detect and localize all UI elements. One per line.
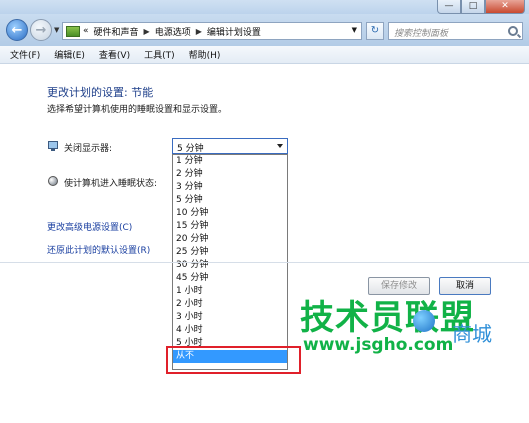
monitor-icon [48, 141, 58, 151]
sleep-moon-icon [48, 176, 58, 186]
forward-button[interactable]: → [30, 19, 52, 41]
option-10-min[interactable]: 10 分钟 [173, 207, 287, 220]
option-4-hours[interactable]: 4 小时 [173, 324, 287, 337]
option-2-hours[interactable]: 2 小时 [173, 298, 287, 311]
refresh-button[interactable]: ↻ [366, 22, 384, 40]
arrow-left-icon: ← [11, 22, 23, 38]
window-controls: — □ ✕ [437, 0, 525, 14]
search-placeholder: 搜索控制面板 [394, 29, 449, 39]
recent-pages-chevron-down-icon[interactable]: ▼ [54, 26, 59, 34]
option-25-min[interactable]: 25 分钟 [173, 246, 287, 259]
option-20-min[interactable]: 20 分钟 [173, 233, 287, 246]
watermark-url: www.jsgho.com [303, 335, 454, 355]
address-chevron-down-icon[interactable]: ▼ [352, 26, 357, 34]
sleep-label: 使计算机进入睡眠状态: [64, 179, 158, 189]
menu-file[interactable]: 文件(F) [10, 48, 40, 61]
maximize-button[interactable]: □ [461, 0, 485, 14]
option-45-min[interactable]: 45 分钟 [173, 272, 287, 285]
divider [0, 262, 529, 263]
watermark-text: 技术员联盟 [300, 298, 475, 338]
close-button[interactable]: ✕ [485, 0, 525, 14]
title-bar: — □ ✕ [0, 0, 529, 14]
search-input[interactable]: 搜索控制面板 [388, 22, 523, 40]
breadcrumb-overflow[interactable]: « [83, 26, 89, 36]
breadcrumb-hardware-sound[interactable]: 硬件和声音 [94, 25, 139, 38]
breadcrumb-edit-plan[interactable]: 编辑计划设置 [207, 25, 261, 38]
option-2-min[interactable]: 2 分钟 [173, 168, 287, 181]
annotation-highlight-box [166, 346, 301, 374]
menu-view[interactable]: 查看(V) [99, 48, 130, 61]
menu-tools[interactable]: 工具(T) [144, 48, 175, 61]
main-content: 更改计划的设置: 节能 选择希望计算机使用的睡眠设置和显示设置。 关闭显示器: … [0, 64, 529, 423]
control-panel-icon [66, 25, 80, 37]
minimize-button[interactable]: — [437, 0, 461, 14]
option-3-min[interactable]: 3 分钟 [173, 181, 287, 194]
option-30-min[interactable]: 30 分钟 [173, 259, 287, 272]
menu-edit[interactable]: 编辑(E) [54, 48, 85, 61]
watermark-logo-icon [413, 310, 435, 332]
select-value: 5 分钟 [177, 144, 204, 154]
page-title: 更改计划的设置: 节能 [47, 86, 154, 99]
option-1-min[interactable]: 1 分钟 [173, 155, 287, 168]
navigation-bar: ← → ▼ « 硬件和声音 ▶ 电源选项 ▶ 编辑计划设置 ▼ ↻ 搜索控制面板 [0, 14, 529, 46]
breadcrumb-power-options[interactable]: 电源选项 [155, 25, 191, 38]
option-3-hours[interactable]: 3 小时 [173, 311, 287, 324]
turn-off-display-label: 关闭显示器: [64, 144, 113, 154]
breadcrumb-separator-icon[interactable]: ▶ [196, 27, 202, 36]
watermark-shop-text: 商城 [452, 322, 492, 346]
menu-help[interactable]: 帮助(H) [189, 48, 221, 61]
restore-defaults-link[interactable]: 还原此计划的默认设置(R) [47, 243, 150, 256]
option-5-min[interactable]: 5 分钟 [173, 194, 287, 207]
back-button[interactable]: ← [6, 19, 28, 41]
option-1-hour[interactable]: 1 小时 [173, 285, 287, 298]
change-advanced-settings-link[interactable]: 更改高级电源设置(C) [47, 220, 132, 233]
chevron-down-icon[interactable] [277, 144, 283, 148]
page-subtitle: 选择希望计算机使用的睡眠设置和显示设置。 [47, 105, 228, 115]
menu-bar: 文件(F) 编辑(E) 查看(V) 工具(T) 帮助(H) [0, 46, 529, 64]
refresh-icon: ↻ [370, 25, 380, 36]
turn-off-display-select[interactable]: 5 分钟 [172, 138, 288, 154]
search-icon[interactable] [508, 26, 518, 36]
address-bar[interactable]: « 硬件和声音 ▶ 电源选项 ▶ 编辑计划设置 ▼ [62, 22, 362, 40]
breadcrumb-separator-icon[interactable]: ▶ [144, 27, 150, 36]
option-15-min[interactable]: 15 分钟 [173, 220, 287, 233]
arrow-right-icon: → [35, 22, 47, 38]
